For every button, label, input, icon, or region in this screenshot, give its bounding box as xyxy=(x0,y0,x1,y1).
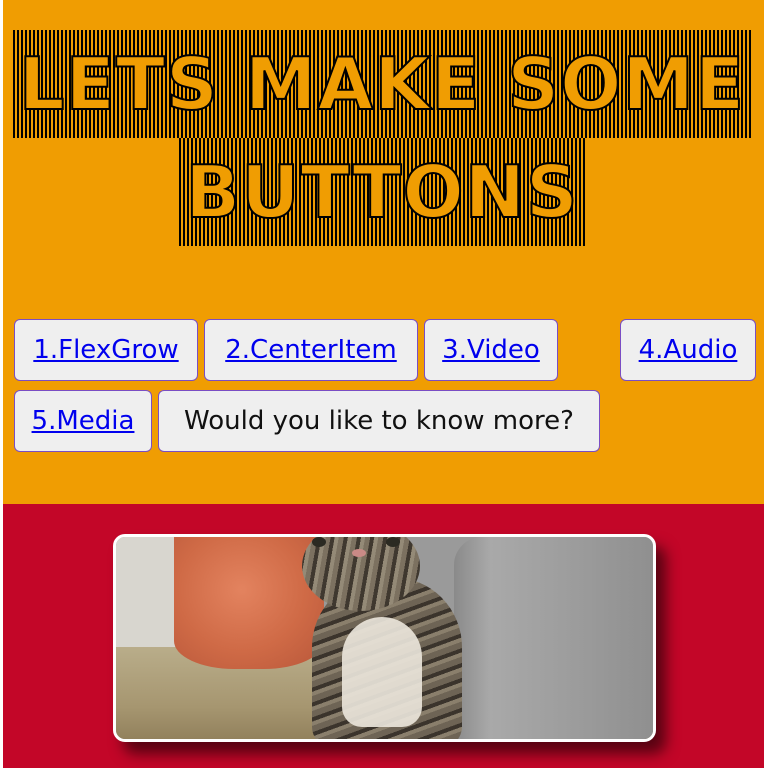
flexgrow-button[interactable]: 1.FlexGrow xyxy=(14,319,198,381)
flower-pot xyxy=(174,537,324,669)
flexgrow-link[interactable]: 1.FlexGrow xyxy=(33,335,178,365)
title-line-1: LETS MAKE SOME xyxy=(12,30,752,138)
centeritem-button[interactable]: 2.CenterItem xyxy=(204,319,418,381)
title-line-2: BUTTONS xyxy=(179,138,585,246)
video-link[interactable]: 3.Video xyxy=(442,335,540,365)
audio-button[interactable]: 4.Audio xyxy=(620,319,756,381)
kitten-eye-left xyxy=(312,537,326,547)
video-button[interactable]: 3.Video xyxy=(424,319,558,381)
kitten-video-icon xyxy=(116,537,653,739)
page-title: LETS MAKE SOME BUTTONS xyxy=(0,30,764,246)
kitten-eye-right xyxy=(386,537,400,547)
centeritem-link[interactable]: 2.CenterItem xyxy=(225,335,397,365)
know-more-button[interactable]: Would you like to know more? xyxy=(158,390,600,452)
know-more-label: Would you like to know more? xyxy=(184,406,574,436)
media-button[interactable]: 5.Media xyxy=(14,390,152,452)
kitten-video-player[interactable] xyxy=(113,534,656,742)
audio-link[interactable]: 4.Audio xyxy=(639,335,738,365)
media-link[interactable]: 5.Media xyxy=(32,406,135,436)
kitten-chest xyxy=(342,617,422,727)
kitten-nose xyxy=(352,549,366,557)
concrete-curb xyxy=(454,537,653,739)
